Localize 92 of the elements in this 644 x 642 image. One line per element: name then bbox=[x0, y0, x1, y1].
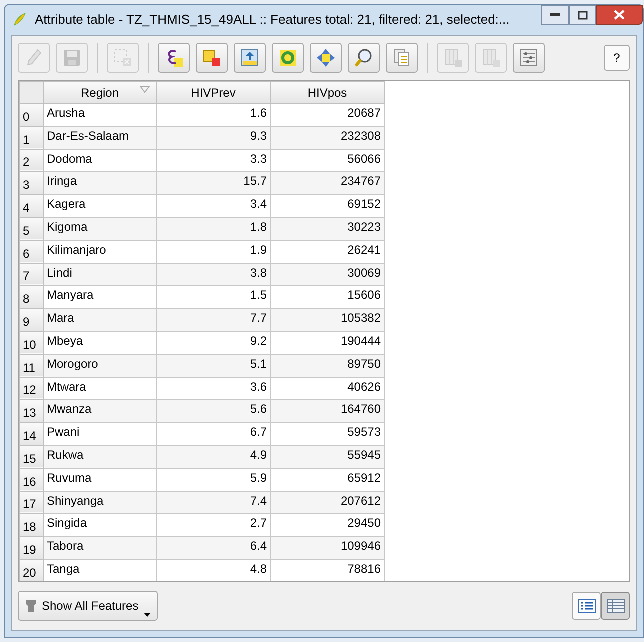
row-header[interactable]: 8 bbox=[20, 286, 44, 309]
row-header[interactable]: 16 bbox=[20, 468, 44, 492]
field-calculator-icon bbox=[519, 48, 539, 68]
table-cell: 6.4 bbox=[156, 536, 270, 560]
table-cell: 6.7 bbox=[156, 422, 270, 446]
show-features-dropdown[interactable]: Show All Features bbox=[18, 591, 158, 621]
app-logo-icon bbox=[11, 11, 29, 29]
close-button[interactable] bbox=[596, 5, 643, 25]
deselect-icon bbox=[113, 48, 133, 68]
table-cell: 20687 bbox=[270, 104, 384, 126]
table-cell: 190444 bbox=[270, 331, 384, 354]
table-cell: Kilimanjaro bbox=[44, 240, 156, 264]
column-header[interactable]: HIVPrev bbox=[156, 82, 270, 104]
table-cell: Rukwa bbox=[44, 445, 156, 468]
table-cell: Arusha bbox=[44, 104, 156, 126]
table-cell: 9.2 bbox=[156, 331, 270, 354]
table-cell: Kigoma bbox=[44, 217, 156, 240]
row-header[interactable]: 5 bbox=[20, 217, 44, 240]
row-header[interactable]: 13 bbox=[20, 400, 44, 423]
list-icon bbox=[578, 599, 596, 613]
table-cell: Morogoro bbox=[44, 354, 156, 378]
row-header[interactable]: 17 bbox=[20, 491, 44, 514]
row-header[interactable]: 2 bbox=[20, 149, 44, 172]
row-header[interactable]: 1 bbox=[20, 126, 44, 150]
toolbar-button[interactable] bbox=[196, 43, 228, 73]
table-cell: 109946 bbox=[270, 536, 384, 560]
row-header[interactable]: 3 bbox=[20, 172, 44, 195]
zoom-icon bbox=[354, 48, 374, 68]
toolbar-button[interactable] bbox=[234, 43, 266, 73]
invert-selection-icon bbox=[278, 48, 298, 68]
table-cell: 89750 bbox=[270, 354, 384, 378]
row-header[interactable]: 6 bbox=[20, 240, 44, 264]
toolbar-button[interactable] bbox=[348, 43, 380, 73]
row-header[interactable]: 20 bbox=[20, 559, 44, 581]
select-features-icon bbox=[202, 48, 222, 68]
table-cell: 1.6 bbox=[156, 104, 270, 126]
table-cell: 69152 bbox=[270, 194, 384, 218]
column-header[interactable]: HIVpos bbox=[270, 82, 384, 104]
table-cell: 4.9 bbox=[156, 445, 270, 468]
maximize-button[interactable] bbox=[569, 5, 596, 25]
table-cell: Tabora bbox=[44, 536, 156, 560]
table-cell: Pwani bbox=[44, 422, 156, 446]
minimize-icon bbox=[550, 13, 560, 17]
row-header[interactable]: 14 bbox=[20, 422, 44, 446]
row-header[interactable]: 19 bbox=[20, 536, 44, 560]
close-icon bbox=[614, 10, 625, 20]
row-header[interactable]: 4 bbox=[20, 194, 44, 218]
table-cell: 105382 bbox=[270, 308, 384, 332]
table-cell: Mbeya bbox=[44, 331, 156, 354]
row-header[interactable]: 15 bbox=[20, 445, 44, 468]
table-cell: 1.9 bbox=[156, 240, 270, 264]
table-cell: 26241 bbox=[270, 240, 384, 264]
move-to-top-icon bbox=[240, 48, 260, 68]
table-cell: 30223 bbox=[270, 217, 384, 240]
table-cell: Dar-Es-Salaam bbox=[44, 126, 156, 150]
copy-icon bbox=[392, 48, 412, 68]
help-button[interactable]: ? bbox=[604, 45, 630, 71]
pan-to-selection-icon bbox=[316, 48, 336, 68]
toolbar-button[interactable] bbox=[310, 43, 342, 73]
row-header[interactable]: 7 bbox=[20, 263, 44, 286]
table-icon bbox=[606, 599, 624, 613]
table-cell: Mara bbox=[44, 308, 156, 332]
window-title: Attribute table - TZ_THMIS_15_49ALL :: Features total: 21, filtered: 21, selected:... bbox=[35, 11, 511, 30]
table-cell: 59573 bbox=[270, 422, 384, 446]
table-cell: 1.8 bbox=[156, 217, 270, 240]
table-cell: 7.7 bbox=[156, 308, 270, 332]
table-cell: 55945 bbox=[270, 445, 384, 468]
add-column-icon bbox=[481, 48, 501, 68]
caret-icon bbox=[144, 613, 151, 617]
row-header[interactable]: 18 bbox=[20, 514, 44, 537]
delete-column-icon bbox=[443, 48, 463, 68]
row-header[interactable]: 9 bbox=[20, 308, 44, 332]
row-header[interactable]: 12 bbox=[20, 377, 44, 400]
table-cell: 3.4 bbox=[156, 194, 270, 218]
sort-indicator-icon bbox=[140, 86, 150, 93]
toolbar-button[interactable] bbox=[158, 43, 190, 73]
filter-icon bbox=[25, 599, 37, 613]
row-header[interactable]: 11 bbox=[20, 354, 44, 378]
table-view-button[interactable] bbox=[601, 592, 630, 620]
table-cell: 65912 bbox=[270, 468, 384, 492]
column-header[interactable]: Region bbox=[44, 82, 156, 104]
minimize-button[interactable] bbox=[541, 5, 569, 25]
row-header[interactable]: 10 bbox=[20, 331, 44, 354]
table-cell: 9.3 bbox=[156, 126, 270, 150]
table-cell: 5.1 bbox=[156, 354, 270, 378]
maximize-icon bbox=[578, 10, 588, 20]
form-view-button[interactable] bbox=[572, 592, 601, 620]
row-header[interactable]: 0 bbox=[20, 104, 44, 126]
table-cell: 232308 bbox=[270, 126, 384, 150]
table-cell: Kagera bbox=[44, 194, 156, 218]
table-cell: 5.9 bbox=[156, 468, 270, 492]
table-cell: Ruvuma bbox=[44, 468, 156, 492]
